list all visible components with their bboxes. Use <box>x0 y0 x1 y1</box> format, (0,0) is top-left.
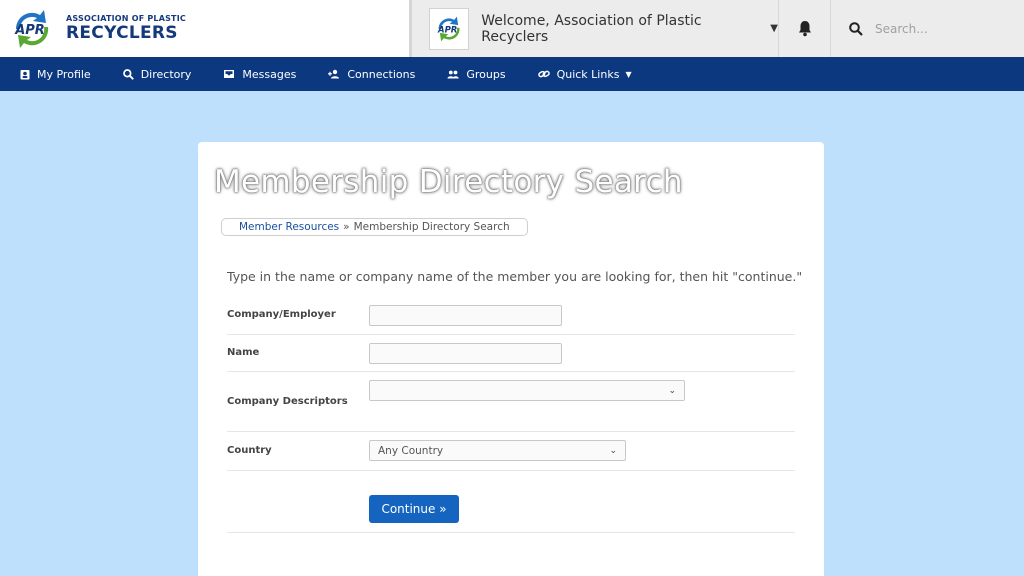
breadcrumb-current: Membership Directory Search <box>353 221 510 233</box>
intro-text: Type in the name or company name of the … <box>227 269 803 284</box>
country-select[interactable]: Any Country ⌄ <box>369 440 626 461</box>
search-icon <box>122 68 134 80</box>
nav-messages[interactable]: Messages <box>223 68 296 81</box>
nav-connections[interactable]: Connections <box>328 68 415 81</box>
notifications-button[interactable] <box>779 0 831 57</box>
nav-my-profile[interactable]: My Profile <box>20 68 91 81</box>
chevron-down-icon: ⌄ <box>668 385 676 396</box>
search-icon <box>849 21 863 36</box>
top-header: APR ASSOCIATION OF PLASTIC RECYCLERS APR… <box>0 0 1024 57</box>
company-label: Company/Employer <box>227 309 336 320</box>
breadcrumb-link-member-resources[interactable]: Member Resources <box>239 221 339 233</box>
avatar: APR <box>429 7 470 50</box>
brand-line-2: RECYCLERS <box>66 23 178 43</box>
nav-label: Quick Links <box>556 67 620 81</box>
form-divider <box>227 532 795 533</box>
search-input[interactable] <box>875 21 1005 36</box>
group-icon <box>447 70 460 78</box>
descriptors-label: Company Descriptors <box>227 396 348 407</box>
nav-groups[interactable]: Groups <box>447 67 506 81</box>
brand-line-1: ASSOCIATION OF PLASTIC <box>66 14 186 23</box>
chevron-down-icon: ▼ <box>625 69 632 79</box>
apr-logo-icon: APR <box>6 7 58 51</box>
nav-label: Directory <box>140 67 192 81</box>
name-label: Name <box>227 347 260 358</box>
country-selected-value: Any Country <box>378 444 444 457</box>
nav-label: Connections <box>347 67 416 81</box>
name-input[interactable] <box>369 343 562 364</box>
breadcrumb: Member Resources » Membership Directory … <box>221 218 528 236</box>
form-row-descriptors: Company Descriptors ⌄ <box>227 372 795 432</box>
continue-button[interactable]: Continue » <box>369 495 459 523</box>
svg-text:APR: APR <box>14 23 45 38</box>
nav-label: Groups <box>466 67 506 81</box>
nav-directory[interactable]: Directory <box>122 67 192 81</box>
nav-quick-links[interactable]: Quick Links ▼ <box>537 67 632 81</box>
welcome-menu[interactable]: APR Welcome, Association of Plastic Recy… <box>412 0 779 57</box>
avatar-logo-icon: APR <box>437 16 460 41</box>
country-label: Country <box>227 445 272 456</box>
form-row-name: Name <box>227 335 795 372</box>
svg-text:APR: APR <box>437 25 457 35</box>
content-card: Membership Directory Search Member Resou… <box>198 142 824 576</box>
bell-icon <box>798 21 811 37</box>
welcome-text: Welcome, Association of Plastic Recycler… <box>481 12 702 45</box>
company-input[interactable] <box>369 305 562 326</box>
chevron-down-icon: ▼ <box>770 23 778 34</box>
nav-label: My Profile <box>37 67 91 81</box>
form-row-country: Country Any Country ⌄ <box>227 432 795 471</box>
breadcrumb-separator: » <box>343 221 350 233</box>
nav-label: Messages <box>242 67 297 81</box>
page-title: Membership Directory Search <box>214 164 683 200</box>
add-user-icon <box>328 69 340 79</box>
main-nav: My Profile Directory Messages Connection… <box>0 57 1024 91</box>
form-row-company: Company/Employer <box>227 297 795 335</box>
header-search <box>831 0 1024 57</box>
inbox-icon <box>224 70 235 78</box>
brand-logo[interactable]: APR ASSOCIATION OF PLASTIC RECYCLERS <box>0 0 412 57</box>
profile-icon <box>20 69 30 79</box>
chevron-down-icon: ⌄ <box>609 445 617 456</box>
descriptors-select[interactable]: ⌄ <box>369 380 685 401</box>
link-icon <box>537 70 550 78</box>
